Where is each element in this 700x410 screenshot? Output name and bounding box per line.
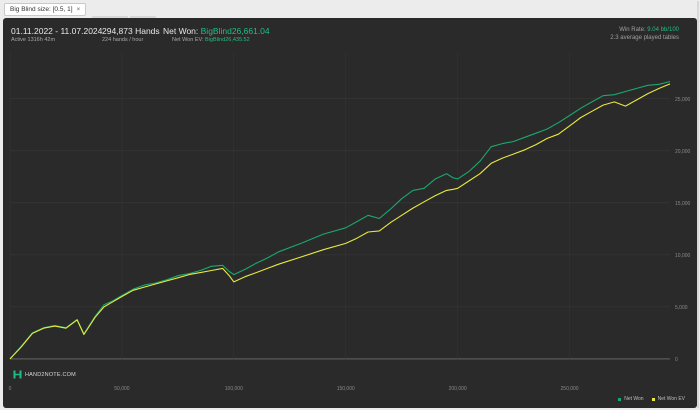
- y-tick-label: 10,000: [675, 253, 691, 259]
- x-tick-label: 200,000: [449, 386, 467, 392]
- x-tick-label: 100,000: [225, 386, 243, 392]
- net-won-ev-label: Net Won EV:: [172, 37, 206, 43]
- hands-per-hour: 224 hands / hour: [102, 37, 144, 43]
- filter-chip-label: Big Blind size: [0.5, 1]: [10, 6, 73, 13]
- hands-block: 294,873 Hands 224 hands / hour: [102, 26, 160, 44]
- net-won-ev-value: BigBlind26,435.52: [205, 37, 250, 43]
- win-rate-block: Win Rate: 9.04 bb/100 2.3 average played…: [610, 26, 679, 42]
- y-tick-label: 0: [675, 357, 678, 363]
- legend-label-net-won: Net Won: [624, 396, 644, 402]
- y-tick-label: 5,000: [675, 305, 688, 311]
- chart-legend: Net Won Net Won EV: [610, 396, 685, 402]
- x-tick-label: 0: [9, 386, 12, 392]
- x-tick-label: 50,000: [114, 386, 130, 392]
- close-icon[interactable]: ×: [77, 6, 81, 13]
- hand2note-logo: HAND2NOTE.COM: [13, 370, 76, 379]
- legend-swatch-net-won: [618, 397, 622, 401]
- hands-count: 294,873 Hands: [102, 26, 160, 36]
- legend-swatch-net-won-ev: [651, 397, 655, 401]
- net-won-label: Net Won:: [163, 26, 201, 36]
- average-tables: 2.3 average played tables: [610, 35, 679, 41]
- date-range: 01.11.2022 - 11.07.2024: [11, 26, 103, 36]
- filter-bar: Big Blind size: [0.5, 1] ×: [0, 0, 700, 19]
- x-tick-label: 150,000: [337, 386, 355, 392]
- series-line-net-won: [9, 80, 671, 360]
- win-rate-value: 9.04 bb/100: [647, 27, 679, 33]
- winnings-chart: 0 5,000 10,000 15,000 20,000 25,000 0 50,000 100…: [9, 52, 691, 392]
- scrollbar[interactable]: [697, 1, 699, 408]
- legend-item-net-won[interactable]: Net Won: [618, 396, 644, 402]
- active-time: Active 1316h 42m: [11, 37, 56, 43]
- graph-panel: 0 5,000 10,000 15,000 20,000 25,000 0 50,000 100…: [3, 18, 697, 408]
- net-won-value: BigBlind26,661.04: [200, 26, 270, 36]
- date-range-block: 01.11.2022 - 11.07.2024 Active 1316h 42m: [11, 26, 102, 44]
- hand2note-logo-icon: [13, 370, 22, 379]
- y-tick-label: 15,000: [675, 201, 691, 207]
- legend-item-net-won-ev[interactable]: Net Won EV: [651, 396, 685, 402]
- y-tick-label: 20,000: [675, 149, 691, 155]
- logo-text: HAND2NOTE.COM: [25, 371, 76, 378]
- net-won-block: Net Won: BigBlind26,661.04 Net Won EV: B…: [163, 26, 270, 44]
- series-line-net-won-ev: [9, 83, 671, 360]
- legend-label-net-won-ev: Net Won EV: [657, 396, 685, 402]
- win-rate-label: Win Rate:: [619, 27, 648, 33]
- filter-chip-big-blind-size[interactable]: Big Blind size: [0.5, 1] ×: [4, 3, 87, 16]
- x-tick-label: 250,000: [561, 386, 579, 392]
- y-tick-label: 25,000: [675, 97, 691, 103]
